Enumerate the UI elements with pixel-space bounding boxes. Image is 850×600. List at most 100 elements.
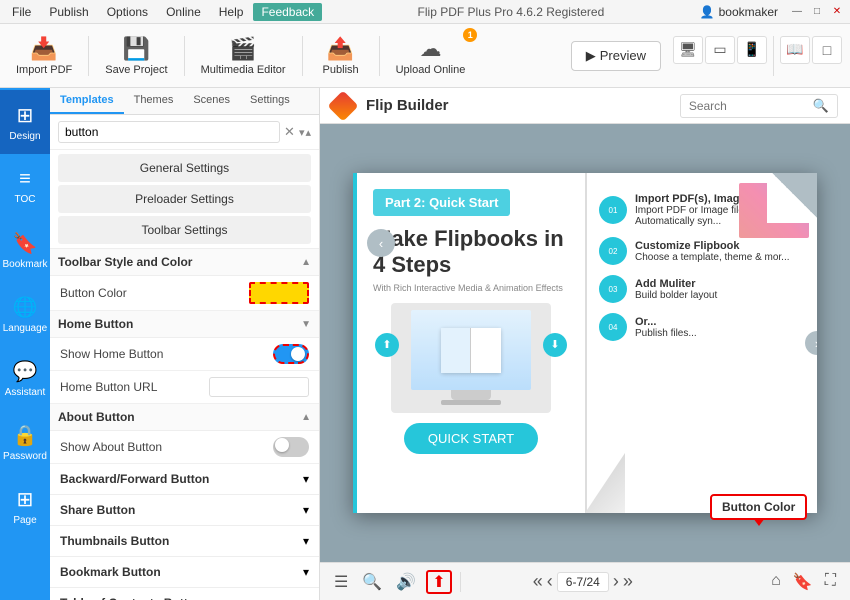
sidebar-password-label: Password <box>3 451 47 462</box>
book-viewer: ‹ Part 2: Quick Start Make Flipbooks in … <box>320 124 850 562</box>
search-next-button[interactable]: ▴ <box>305 126 311 139</box>
page-left-arrow[interactable]: ‹ <box>367 229 395 257</box>
show-home-button-label: Show Home Button <box>60 347 163 361</box>
phone-view-button[interactable]: 📱 <box>737 36 767 64</box>
home-button-url-input[interactable] <box>209 377 309 397</box>
thumbnails-button-row[interactable]: Thumbnails Button ▾ <box>50 526 319 557</box>
import-pdf-button[interactable]: 📥 Import PDF <box>8 32 80 80</box>
sidebar-page-label: Page <box>13 515 36 526</box>
sidebar-item-toc[interactable]: ≡ TOC <box>0 154 50 218</box>
single-page-button[interactable]: □ <box>812 36 842 64</box>
menu-icon[interactable]: ☰ <box>330 570 352 594</box>
sidebar-toc-label: TOC <box>15 194 36 205</box>
sidebar-item-assistant[interactable]: 💬 Assistant <box>0 346 50 410</box>
about-button-header[interactable]: About Button ▲ <box>50 404 319 431</box>
view-sep <box>773 36 774 76</box>
show-home-button-toggle[interactable] <box>273 344 309 364</box>
fullscreen-icon[interactable]: ⛶ <box>821 570 840 594</box>
preview-button[interactable]: ▶ Preview <box>571 41 661 71</box>
menu-publish[interactable]: Publish <box>41 3 96 21</box>
audio-icon[interactable]: 🔊 <box>392 570 420 594</box>
sidebar-item-page[interactable]: ⊞ Page <box>0 474 50 538</box>
backward-forward-row[interactable]: Backward/Forward Button ▾ <box>50 464 319 495</box>
show-about-button-toggle[interactable] <box>273 437 309 457</box>
toggle-off-knob <box>275 438 289 452</box>
computer-screen <box>411 310 531 390</box>
menu-feedback[interactable]: Feedback <box>253 3 322 21</box>
bookmark-button-row[interactable]: Bookmark Button ▾ <box>50 557 319 588</box>
search-prev-button[interactable]: ▾ <box>299 126 305 139</box>
share-icon[interactable]: ⬆ <box>426 570 451 594</box>
minimize-button[interactable]: — <box>788 3 806 21</box>
sidebar-language-label: Language <box>3 323 48 334</box>
toolbar-settings-button[interactable]: Toolbar Settings <box>58 216 311 244</box>
save-project-button[interactable]: 💾 Save Project <box>97 32 175 80</box>
menu-file[interactable]: File <box>4 3 39 21</box>
multimedia-icon: 🎬 <box>229 36 256 62</box>
menu-help[interactable]: Help <box>211 3 252 21</box>
tab-scenes[interactable]: Scenes <box>183 88 240 114</box>
toggle-knob <box>291 347 305 361</box>
toolbar-separator-3 <box>302 36 303 76</box>
step-3-desc: Build bolder layout <box>635 290 717 301</box>
computer-illustration: ⬆ ⬇ <box>373 303 569 413</box>
home-bottom-icon[interactable]: ⌂ <box>767 570 785 594</box>
upload-label: Upload Online <box>396 64 466 76</box>
tab-templates[interactable]: Templates <box>50 88 124 114</box>
design-icon: ⊞ <box>17 103 34 128</box>
sidebar-item-language[interactable]: 🌐 Language <box>0 282 50 346</box>
sidebar-item-design[interactable]: ⊞ Design <box>0 90 50 154</box>
bookmark-bottom-icon[interactable]: 🔖 <box>789 570 817 594</box>
flipbuilder-search-input[interactable] <box>689 99 809 113</box>
home-button-header[interactable]: Home Button ▼ <box>50 311 319 338</box>
flipbuilder-search[interactable]: 🔍 <box>680 94 838 118</box>
zoom-icon[interactable]: 🔍 <box>358 570 386 594</box>
button-color-swatch[interactable] <box>249 282 309 304</box>
step-4-icon: 04 <box>599 313 627 341</box>
save-icon: 💾 <box>123 36 150 62</box>
share-button-chevron: ▾ <box>303 503 309 517</box>
menu-options[interactable]: Options <box>99 3 156 21</box>
clear-search-button[interactable]: ✕ <box>284 124 295 140</box>
toc-button-row[interactable]: Table of Contents Button ▾ <box>50 588 319 600</box>
maximize-button[interactable]: □ <box>808 3 826 21</box>
upload-online-button[interactable]: ☁ 1 Upload Online <box>388 32 474 80</box>
share-button-row[interactable]: Share Button ▾ <box>50 495 319 526</box>
close-button[interactable]: ✕ <box>828 3 846 21</box>
toolbar-separator-2 <box>184 36 185 76</box>
search-input[interactable] <box>58 121 280 143</box>
show-about-button-label: Show About Button <box>60 440 162 454</box>
book-view-button[interactable]: 📖 <box>780 36 810 64</box>
menu-online[interactable]: Online <box>158 3 209 21</box>
tab-themes[interactable]: Themes <box>124 88 184 114</box>
password-icon: 🔒 <box>13 423 38 448</box>
sidebar-item-password[interactable]: 🔒 Password <box>0 410 50 474</box>
toc-icon: ≡ <box>19 168 31 191</box>
home-button-chevron: ▼ <box>301 319 311 330</box>
prev-page-button[interactable]: ‹ <box>547 571 553 592</box>
quickstart-button[interactable]: QUICK START <box>404 423 538 454</box>
step-4-title: Or... <box>635 316 697 328</box>
next-page-button[interactable]: › <box>613 571 619 592</box>
desktop-view-button[interactable]: 🖥 <box>673 36 703 64</box>
toolbar-style-header[interactable]: Toolbar Style and Color ▲ <box>50 249 319 276</box>
last-page-button[interactable]: » <box>623 571 633 592</box>
sidebar-item-bookmark[interactable]: 🔖 Bookmark <box>0 218 50 282</box>
thumbnails-button-chevron: ▾ <box>303 534 309 548</box>
import-icon: 📥 <box>30 36 57 62</box>
multimedia-editor-button[interactable]: 🎬 Multimedia Editor <box>193 32 294 80</box>
home-button-label: Home Button <box>58 317 133 331</box>
step-4-desc: Publish files... <box>635 328 697 339</box>
general-settings-button[interactable]: General Settings <box>58 154 311 182</box>
toolbar-separator <box>88 36 89 76</box>
step-1-icon: 01 <box>599 196 627 224</box>
first-page-button[interactable]: « <box>533 571 543 592</box>
publish-button[interactable]: 📤 Publish <box>311 32 371 80</box>
bookmark-button-chevron: ▾ <box>303 565 309 579</box>
preloader-settings-button[interactable]: Preloader Settings <box>58 185 311 213</box>
bookmark-button-label: Bookmark Button <box>60 565 161 579</box>
sidebar-assistant-label: Assistant <box>5 387 46 398</box>
tab-settings[interactable]: Settings <box>240 88 300 114</box>
view-buttons: 🖥 ▭ 📱 📖 □ <box>673 36 842 76</box>
tablet-view-button[interactable]: ▭ <box>705 36 735 64</box>
